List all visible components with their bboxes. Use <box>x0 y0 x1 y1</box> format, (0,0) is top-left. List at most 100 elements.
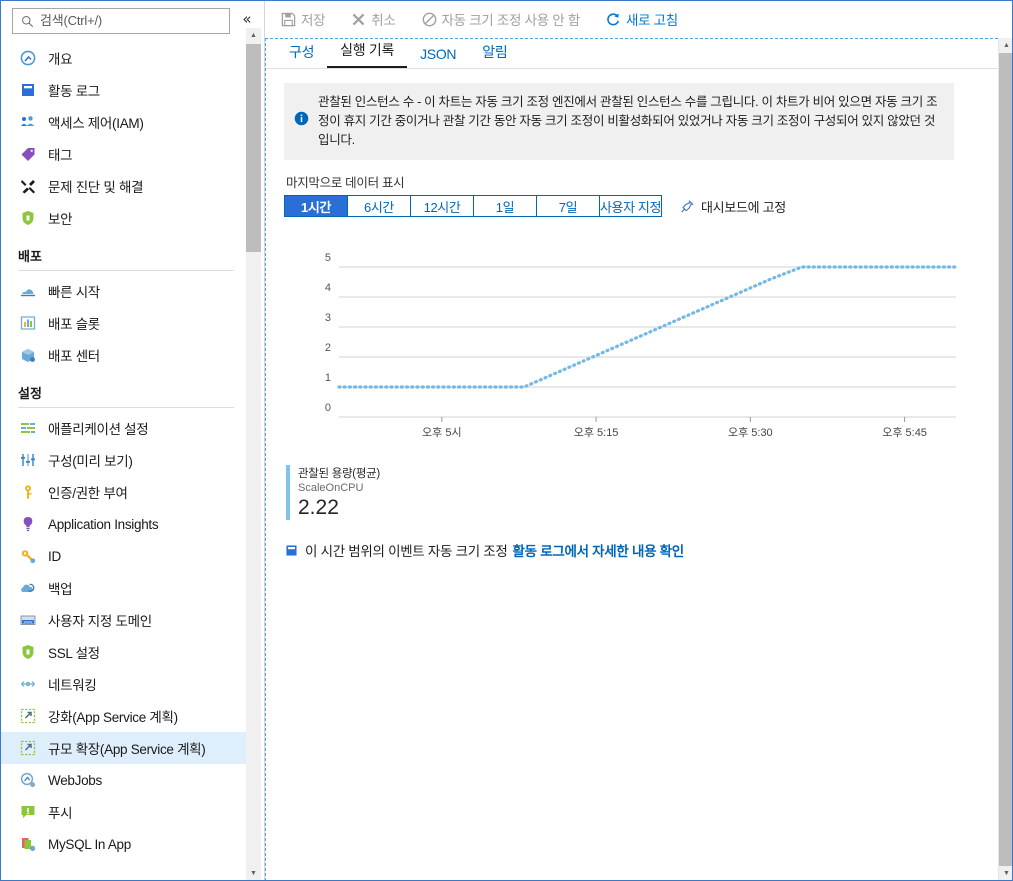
access-control-icon <box>18 114 38 130</box>
time-range-option-4[interactable]: 7일 <box>536 195 599 217</box>
scroll-up-icon[interactable]: ▲ <box>246 28 261 43</box>
cancel-icon <box>351 12 366 27</box>
diagnose-icon <box>18 178 38 194</box>
collapse-menu-icon[interactable]: « <box>236 8 258 30</box>
tab-0[interactable]: 구성 <box>276 42 327 68</box>
sidebar-item-tag[interactable]: 태그 <box>0 138 248 170</box>
time-range-option-3[interactable]: 1일 <box>473 195 536 217</box>
sidebar-item-label: 빠른 시작 <box>48 285 100 300</box>
tab-1[interactable]: 실행 기록 <box>327 40 408 68</box>
sidebar-item-scale-out[interactable]: 규모 확장(App Service 계획) <box>0 732 248 764</box>
sidebar-item-label: 강화(App Service 계획) <box>48 710 178 725</box>
toolbar-button-label: 자동 크기 조정 사용 안 함 <box>441 13 581 28</box>
save-icon <box>281 12 296 27</box>
sidebar-item-networking[interactable]: 네트워킹 <box>0 668 248 700</box>
search-input[interactable]: 검색(Ctrl+/) <box>12 8 230 34</box>
sidebar-item-label: MySQL In App <box>48 836 131 852</box>
toolbar-button-refresh[interactable]: 새로 고침 <box>604 3 692 35</box>
sidebar-item-label: WebJobs <box>48 772 102 788</box>
ssl-shield-icon <box>18 644 38 660</box>
observed-instance-count-chart: 0 1 2 3 4 5 오후 5시 오후 5:15 오후 5:30 오후 5:45 <box>284 249 980 449</box>
sidebar-item-label: 활동 로그 <box>48 84 100 99</box>
sidebar-item-app-insights[interactable]: Application Insights <box>0 508 248 540</box>
sidebar-item-label: 네트워킹 <box>48 678 97 693</box>
sidebar-item-configuration[interactable]: 구성(미리 보기) <box>0 444 248 476</box>
sidebar-item-scale-up[interactable]: 강화(App Service 계획) <box>0 700 248 732</box>
sidebar-item-label: 애플리케이션 설정 <box>48 422 149 437</box>
sidebar-item-access-control[interactable]: 액세스 제어(IAM) <box>0 106 248 138</box>
event-icon <box>286 544 297 556</box>
sidebar-item-label: 배포 슬롯 <box>48 317 100 332</box>
sidebar-item-ssl-shield[interactable]: SSL 설정 <box>0 636 248 668</box>
sidebar-item-backup-cloud[interactable]: 백업 <box>0 572 248 604</box>
toolbar-button-save: 저장 <box>279 3 339 35</box>
toolbar-button-label: 저장 <box>301 13 326 28</box>
sidebar-item-overview[interactable]: 개요 <box>0 42 248 74</box>
toolbar-button-label: 취소 <box>371 13 396 28</box>
info-banner: 관찰된 인스턴스 수 - 이 차트는 자동 크기 조정 엔진에서 관찰된 인스턴… <box>284 83 954 160</box>
pin-to-dashboard-button[interactable]: 대시보드에 고정 <box>680 197 786 216</box>
scroll-down-icon[interactable]: ▼ <box>246 866 261 881</box>
sidebar-item-identity-key[interactable]: ID <box>0 540 248 572</box>
content-scrollbar[interactable]: ▲ ▼ <box>998 38 1013 881</box>
events-heading-text: 이 시간 범위의 이벤트 자동 크기 조정 <box>305 544 508 559</box>
sidebar-scrollbar-thumb[interactable] <box>246 44 261 252</box>
sidebar-section-header: 배포 <box>18 249 42 264</box>
sidebar-item-label: 인증/권한 부여 <box>48 486 128 501</box>
pin-icon <box>680 199 695 214</box>
overview-icon <box>18 50 38 66</box>
sidebar-item-label: 액세스 제어(IAM) <box>48 116 144 131</box>
toolbar-button-label: 새로 고침 <box>625 13 678 28</box>
legend-color-swatch <box>286 465 290 520</box>
toolbar-button-disable: 자동 크기 조정 사용 안 함 <box>420 3 594 35</box>
x-axis-tick-label: 오후 5:45 <box>882 426 927 439</box>
sidebar-item-custom-domain[interactable]: WWW 사용자 지정 도메인 <box>0 604 248 636</box>
sidebar-item-mysql[interactable]: MySQL In App <box>0 828 248 860</box>
sidebar-section-divider <box>18 407 234 408</box>
tab-3[interactable]: 알림 <box>469 42 520 68</box>
deployment-slots-icon <box>18 315 38 331</box>
content-scrollbar-thumb[interactable] <box>999 53 1013 866</box>
time-range-label: 마지막으로 데이터 표시 <box>286 176 405 190</box>
sidebar-item-label: 배포 센터 <box>48 349 100 364</box>
run-history-pane: 관찰된 인스턴스 수 - 이 차트는 자동 크기 조정 엔진에서 관찰된 인스턴… <box>266 69 998 580</box>
mysql-icon <box>18 836 38 852</box>
sidebar-item-label: 백업 <box>48 582 73 597</box>
x-axis-tick-label: 오후 5시 <box>422 426 462 439</box>
sidebar-item-deployment-slots[interactable]: 배포 슬롯 <box>0 307 248 339</box>
sidebar-item-webjobs[interactable]: WebJobs <box>0 764 248 796</box>
sidebar-item-label: Application Insights <box>48 516 159 532</box>
info-icon <box>294 93 312 150</box>
sidebar-item-auth-key[interactable]: 인증/권한 부여 <box>0 476 248 508</box>
sidebar-item-quickstart[interactable]: 빠른 시작 <box>0 275 248 307</box>
scale-out-icon <box>18 740 38 756</box>
sidebar-item-label: SSL 설정 <box>48 646 100 661</box>
sidebar-item-label: 사용자 지정 도메인 <box>48 614 152 629</box>
tab-2[interactable]: JSON <box>407 46 469 68</box>
time-range-option-1[interactable]: 6시간 <box>347 195 410 217</box>
sidebar-item-activity-log[interactable]: 활동 로그 <box>0 74 248 106</box>
sidebar-scrollbar[interactable]: ▲ ▼ <box>246 28 261 881</box>
scale-out-blade: 저장 취소 자동 크기 조정 사용 안 함 새로 고침 구성 실행 기록 JSON 알림 관… <box>265 0 1013 881</box>
pin-to-dashboard-label: 대시보드에 고정 <box>701 199 786 215</box>
y-axis-tick-label: 0 <box>325 402 331 414</box>
content-scroll-up-icon[interactable]: ▲ <box>999 38 1013 53</box>
info-banner-text: 관찰된 인스턴스 수 - 이 차트는 자동 크기 조정 엔진에서 관찰된 인스턴… <box>318 95 938 147</box>
app-insights-icon <box>18 516 38 532</box>
activity-log-link[interactable]: 활동 로그에서 자세한 내용 확인 <box>513 540 685 560</box>
sidebar-item-security-shield[interactable]: 보안 <box>0 202 248 234</box>
time-range-option-0[interactable]: 1시간 <box>284 195 347 217</box>
content-scroll-down-icon[interactable]: ▼ <box>999 866 1013 881</box>
legend-series-subtitle: ScaleOnCPU <box>298 482 364 494</box>
sidebar-item-diagnose[interactable]: 문제 진단 및 해결 <box>0 170 248 202</box>
activity-log-icon <box>18 82 38 98</box>
sidebar-section-header: 설정 <box>18 386 42 401</box>
svg-text:WWW: WWW <box>24 620 33 624</box>
sidebar-item-label: ID <box>48 548 61 564</box>
sidebar-item-app-settings[interactable]: 애플리케이션 설정 <box>0 412 248 444</box>
command-toolbar: 저장 취소 자동 크기 조정 사용 안 함 새로 고침 <box>265 0 1013 38</box>
time-range-option-5[interactable]: 사용자 지정 <box>599 195 663 217</box>
time-range-option-2[interactable]: 12시간 <box>410 195 473 217</box>
sidebar-item-deployment-center[interactable]: 배포 센터 <box>0 339 248 371</box>
sidebar-item-push[interactable]: 푸시 <box>0 796 248 828</box>
